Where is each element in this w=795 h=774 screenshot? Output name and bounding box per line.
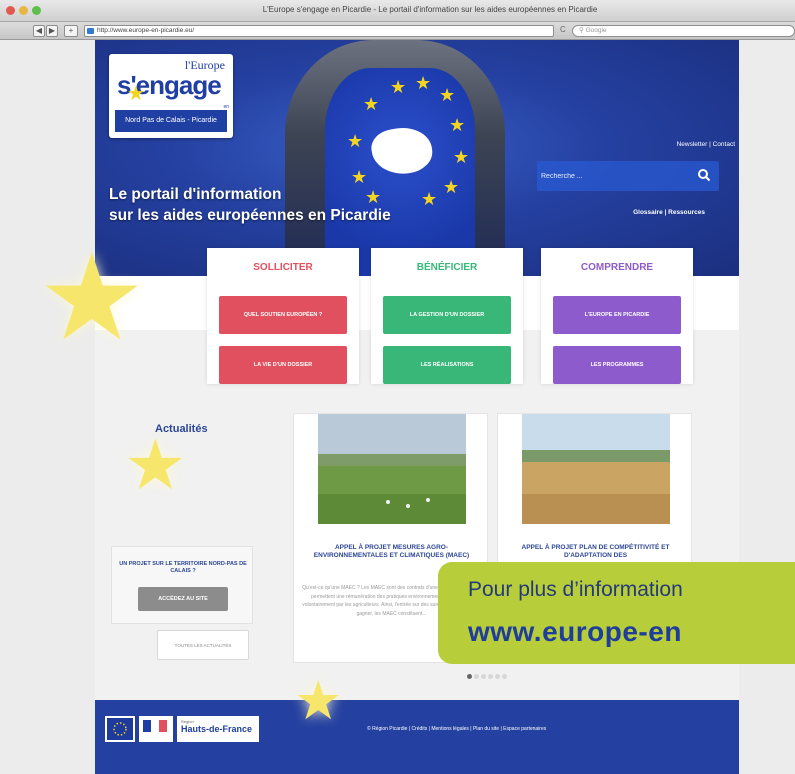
close-window-button[interactable] [6, 6, 15, 15]
gestion-dossier-button[interactable]: LA GESTION D'UN DOSSIER [383, 296, 511, 334]
browser-search-placeholder: Google [585, 27, 607, 34]
meadow-photo [318, 414, 466, 524]
eu-star-icon: ★ [415, 73, 432, 93]
region-hauts-de-france-logo: Région Hauts-de-France [177, 716, 259, 742]
category-title: SOLLICITER [253, 262, 313, 273]
browser-search-field[interactable]: ⚲ Google [572, 25, 795, 37]
overlay-text: Pour plus d’information [468, 578, 683, 601]
region-name: Hauts-de-France [181, 724, 253, 734]
carousel-dot[interactable] [474, 674, 479, 679]
category-title: BÉNÉFICIER [416, 262, 478, 273]
overlay-url[interactable]: www.europe-en [468, 616, 682, 648]
back-button[interactable]: ◀ [33, 25, 45, 37]
project-box-text: UN PROJET SUR LE TERRITOIRE NORD-PAS DE … [119, 561, 247, 574]
programmes-button[interactable]: LES PROGRAMMES [553, 346, 681, 384]
eu-star-icon: ★ [347, 131, 364, 151]
window-titlebar: L'Europe s'engage en Picardie - Le porta… [0, 0, 795, 22]
eu-flag-icon [113, 722, 127, 736]
minimize-window-button[interactable] [19, 6, 28, 15]
site-logo[interactable]: l'Europe s'engage ★ en Nord Pas de Calai… [109, 54, 233, 138]
access-site-button[interactable]: ACCÉDEZ AU SITE [138, 587, 228, 611]
magnifier-icon: ⚲ [579, 27, 586, 34]
quel-soutien-button[interactable]: QUEL SOUTIEN EUROPÉEN ? [219, 296, 347, 334]
category-beneficier: BÉNÉFICIER LA GESTION D'UN DOSSIER LES R… [371, 248, 523, 384]
decorative-star-icon: ★ [38, 231, 146, 365]
tricolor-flag-icon [143, 720, 167, 732]
info-overlay-banner: Pour plus d’information www.europe-en [438, 562, 795, 664]
reload-button[interactable]: C [560, 25, 570, 34]
add-bookmark-button[interactable]: + [64, 25, 78, 37]
europe-picardie-button[interactable]: L'EUROPE EN PICARDIE [553, 296, 681, 334]
browser-toolbar: ◀ ▶ + http://www.europe-en-picardie.eu/ … [0, 22, 795, 40]
nord-pas-de-calais-box: UN PROJET SUR LE TERRITOIRE NORD-PAS DE … [111, 546, 253, 624]
carousel-pagination [467, 666, 517, 679]
news-card-title[interactable]: APPEL À PROJET MESURES AGRO-ENVIRONNEMEN… [300, 544, 483, 560]
search-icon[interactable] [697, 168, 711, 182]
logo-star-icon: ★ [127, 83, 145, 105]
hero-banner: ★ ★ ★ ★ ★ ★ ★ ★ ★ ★ ★ l'Europe s'engage … [95, 40, 739, 276]
tagline-line-2: sur les aides européennes en Picardie [109, 207, 391, 224]
eu-star-icon: ★ [439, 85, 456, 105]
category-comprendre: COMPRENDRE L'EUROPE EN PICARDIE LES PROG… [541, 248, 693, 384]
carousel-dot[interactable] [481, 674, 486, 679]
decorative-star-icon: ★ [294, 671, 343, 731]
glossary-resources-links[interactable]: Glossaire | Ressources [595, 209, 705, 216]
top-links[interactable]: Newsletter | Contact [615, 141, 735, 148]
carousel-dot-active[interactable] [467, 674, 472, 679]
address-bar-url: http://www.europe-en-picardie.eu/ [97, 27, 195, 34]
news-card-title[interactable]: APPEL À PROJET PLAN DE COMPÉTITIVITÉ ET … [504, 544, 687, 560]
carousel-dot[interactable] [502, 674, 507, 679]
tagline-line-1: Le portail d'information [109, 186, 282, 203]
all-news-button[interactable]: TOUTES LES ACTUALITÉS [157, 630, 249, 660]
carousel-dot[interactable] [488, 674, 493, 679]
eu-star-icon: ★ [363, 94, 380, 114]
footer-links[interactable]: © Région Picardie | Crédits | Mentions l… [367, 726, 731, 732]
site-search-input[interactable] [541, 169, 691, 183]
eu-star-icon: ★ [453, 147, 470, 167]
wheat-field-photo [522, 414, 670, 524]
category-title: COMPRENDRE [580, 262, 654, 273]
eu-star-icon: ★ [390, 77, 407, 97]
eu-flag-logo [105, 716, 135, 742]
site-favicon-icon [87, 28, 94, 34]
site-footer: Région Hauts-de-France © Région Picardie… [95, 700, 739, 774]
site-tagline: Le portail d'information sur les aides e… [109, 184, 469, 226]
category-solliciter: SOLLICITER QUEL SOUTIEN EUROPÉEN ? LA VI… [207, 248, 359, 384]
forward-button[interactable]: ▶ [46, 25, 58, 37]
zoom-window-button[interactable] [32, 6, 41, 15]
carousel-dot[interactable] [495, 674, 500, 679]
decorative-star-icon: ★ [124, 426, 187, 504]
site-search [537, 161, 719, 191]
logo-region: Nord Pas de Calais - Picardie [115, 110, 227, 132]
eu-star-icon: ★ [449, 115, 466, 135]
realisations-button[interactable]: LES RÉALISATIONS [383, 346, 511, 384]
vie-dossier-button[interactable]: LA VIE D'UN DOSSIER [219, 346, 347, 384]
french-republic-logo [139, 716, 173, 742]
window-title: L'Europe s'engage en Picardie - Le porta… [262, 5, 598, 14]
address-bar[interactable]: http://www.europe-en-picardie.eu/ [84, 25, 554, 37]
